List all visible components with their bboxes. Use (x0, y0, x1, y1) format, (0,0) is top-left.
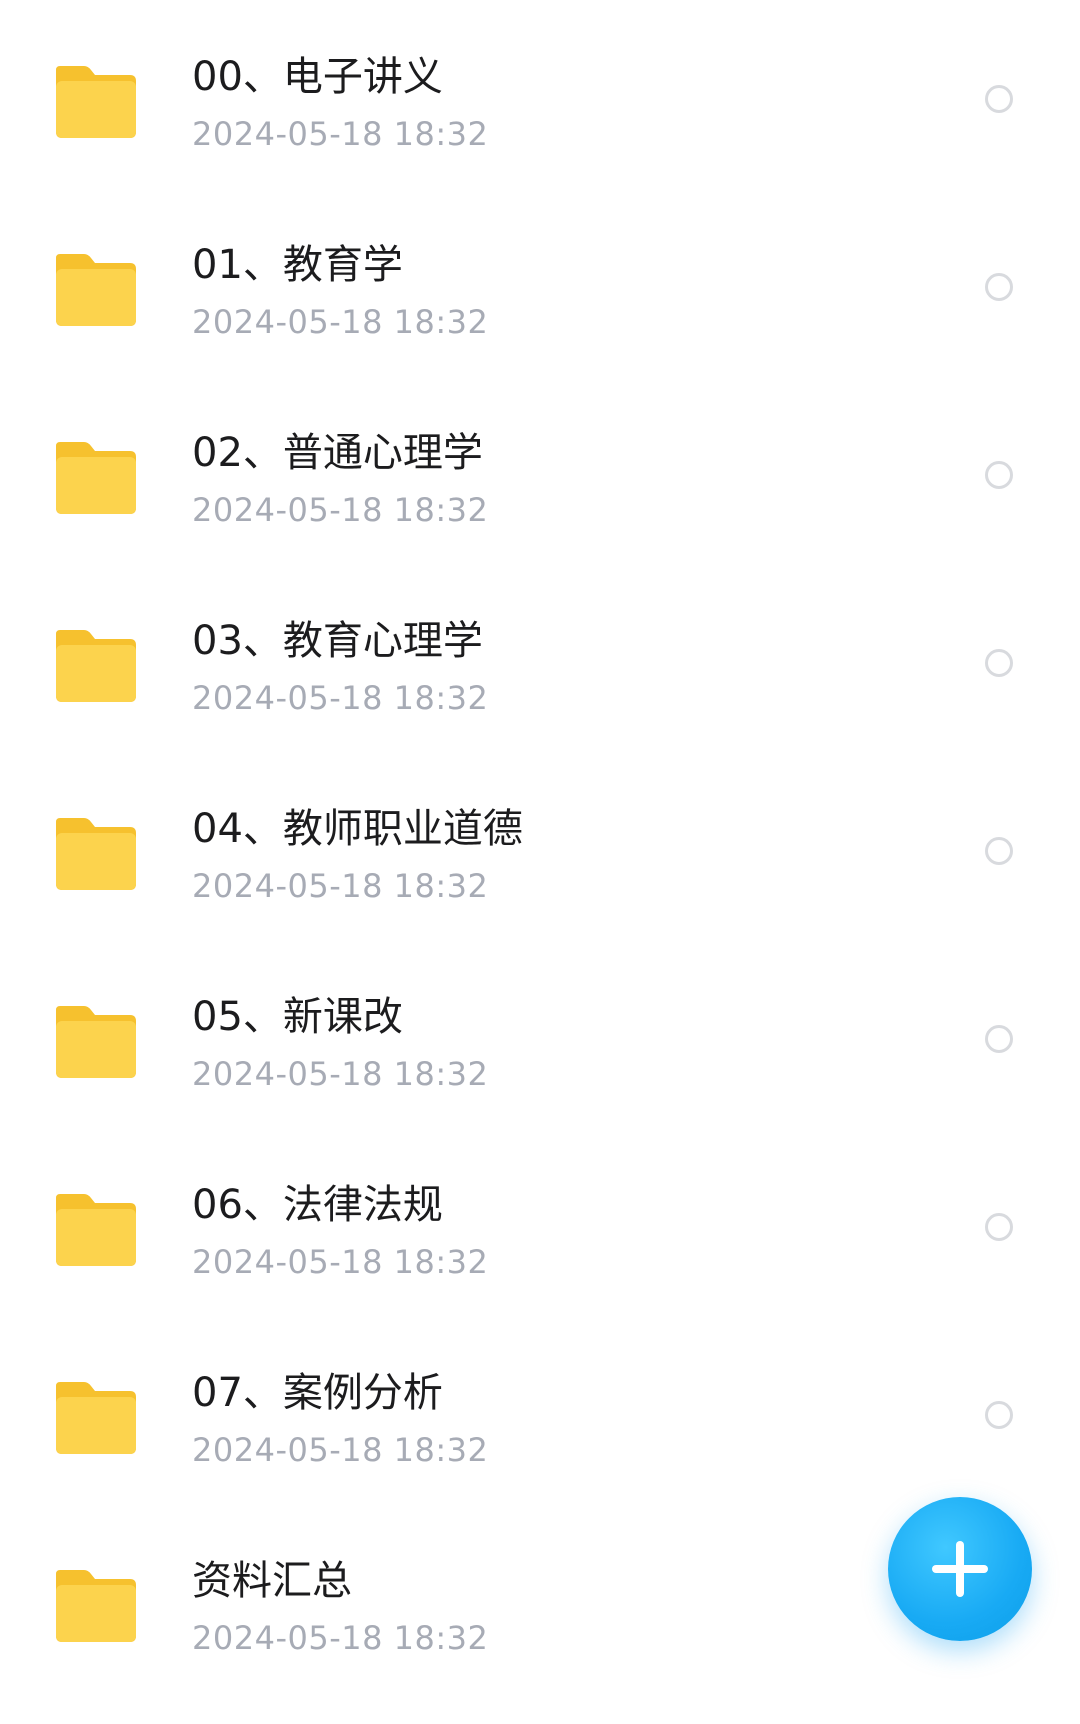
folder-icon (56, 630, 136, 702)
plus-icon (930, 1539, 990, 1599)
folder-icon (56, 1194, 136, 1266)
file-name: 05、新课改 (192, 994, 403, 1040)
add-button[interactable] (888, 1497, 1032, 1641)
file-name: 06、法律法规 (192, 1182, 443, 1228)
file-name: 01、教育学 (192, 242, 403, 288)
select-checkbox[interactable] (985, 273, 1013, 301)
list-item[interactable]: 02、普通心理学 2024-05-18 18:32 (0, 376, 1080, 564)
folder-icon (56, 66, 136, 138)
select-checkbox[interactable] (985, 85, 1013, 113)
list-item[interactable]: 07、案例分析 2024-05-18 18:32 (0, 1316, 1080, 1504)
file-list: 00、电子讲义 2024-05-18 18:32 01、教育学 2024-05-… (0, 0, 1080, 1692)
folder-icon (56, 1382, 136, 1454)
file-name: 资料汇总 (192, 1558, 352, 1604)
file-date: 2024-05-18 18:32 (192, 867, 489, 905)
list-item[interactable]: 03、教育心理学 2024-05-18 18:32 (0, 564, 1080, 752)
select-checkbox[interactable] (985, 1401, 1013, 1429)
list-item[interactable]: 04、教师职业道德 2024-05-18 18:32 (0, 752, 1080, 940)
list-item[interactable]: 01、教育学 2024-05-18 18:32 (0, 188, 1080, 376)
file-date: 2024-05-18 18:32 (192, 1243, 489, 1281)
list-item[interactable]: 05、新课改 2024-05-18 18:32 (0, 940, 1080, 1128)
folder-icon (56, 818, 136, 890)
file-date: 2024-05-18 18:32 (192, 679, 489, 717)
file-date: 2024-05-18 18:32 (192, 1055, 489, 1093)
select-checkbox[interactable] (985, 649, 1013, 677)
select-checkbox[interactable] (985, 1213, 1013, 1241)
list-item[interactable]: 00、电子讲义 2024-05-18 18:32 (0, 0, 1080, 188)
folder-icon (56, 1570, 136, 1642)
select-checkbox[interactable] (985, 837, 1013, 865)
file-name: 02、普通心理学 (192, 430, 483, 476)
file-name: 07、案例分析 (192, 1370, 443, 1416)
file-name: 04、教师职业道德 (192, 806, 523, 852)
file-date: 2024-05-18 18:32 (192, 491, 489, 529)
file-date: 2024-05-18 18:32 (192, 1619, 489, 1657)
file-date: 2024-05-18 18:32 (192, 1431, 489, 1469)
file-name: 00、电子讲义 (192, 54, 443, 100)
select-checkbox[interactable] (985, 1025, 1013, 1053)
select-checkbox[interactable] (985, 461, 1013, 489)
file-name: 03、教育心理学 (192, 618, 483, 664)
folder-icon (56, 254, 136, 326)
list-item[interactable]: 06、法律法规 2024-05-18 18:32 (0, 1128, 1080, 1316)
folder-icon (56, 442, 136, 514)
file-date: 2024-05-18 18:32 (192, 115, 489, 153)
folder-icon (56, 1006, 136, 1078)
file-date: 2024-05-18 18:32 (192, 303, 489, 341)
